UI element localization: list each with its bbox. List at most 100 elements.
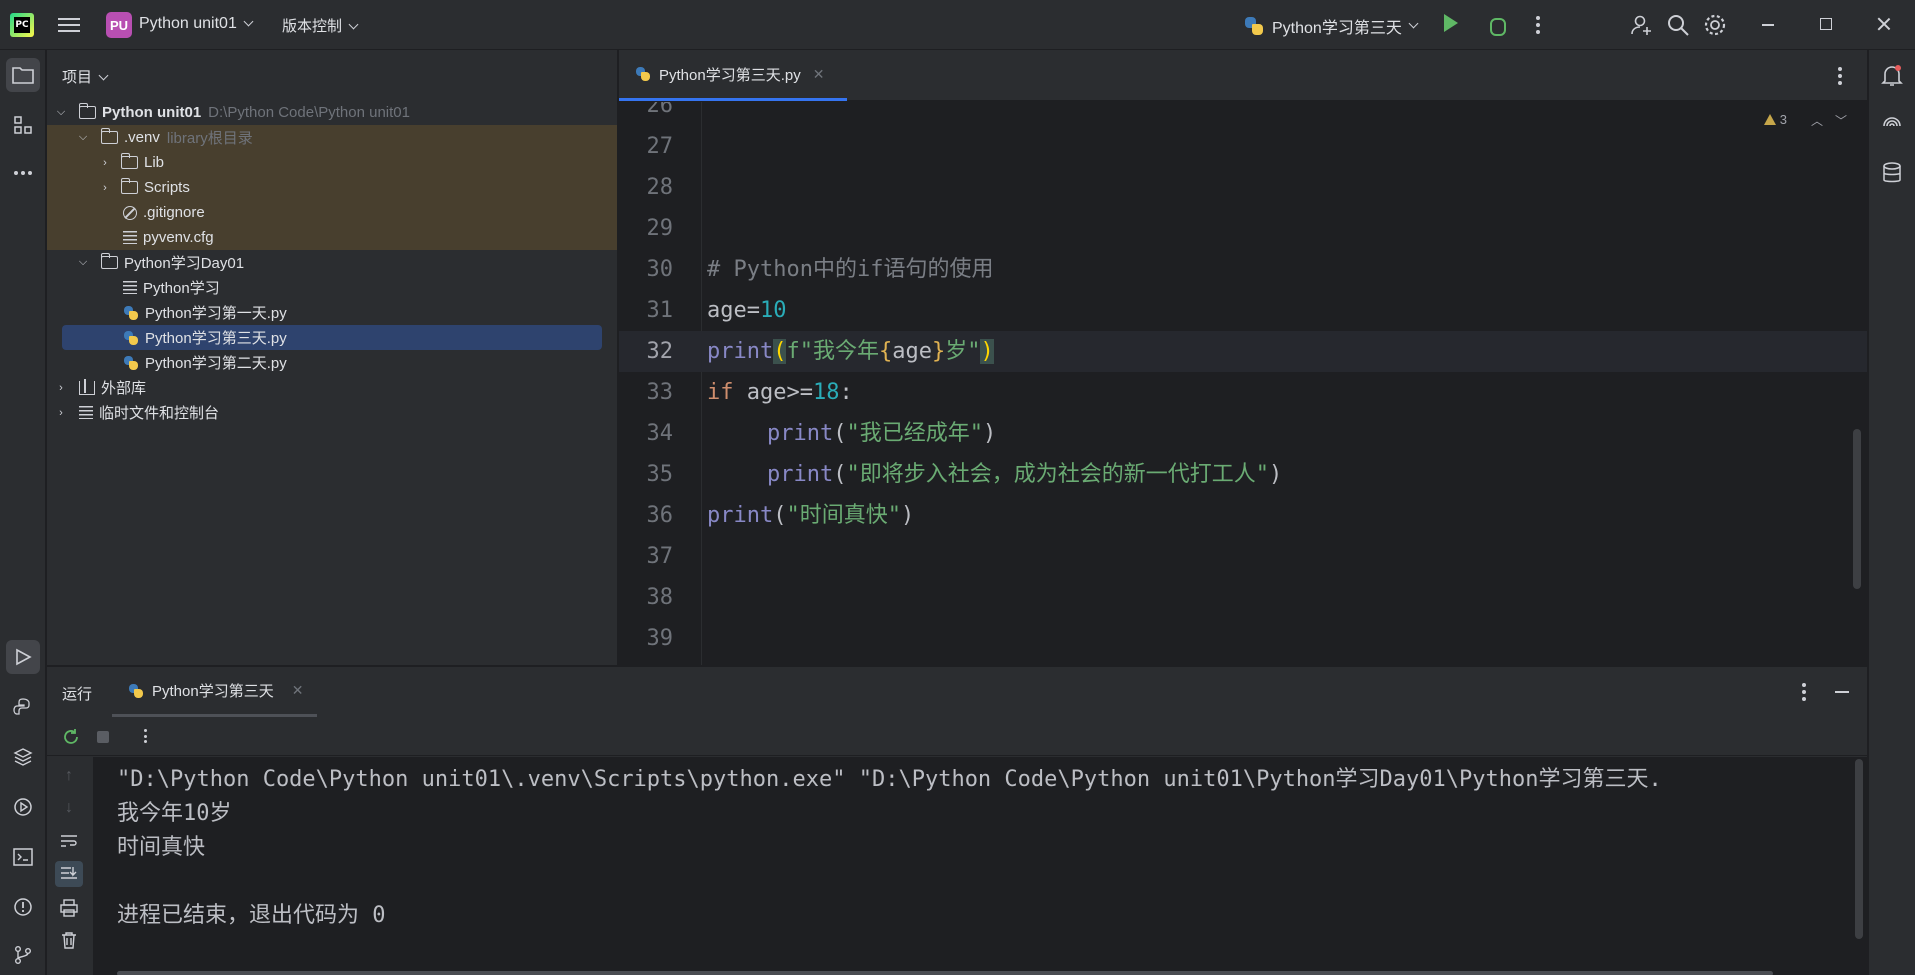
run-config-selector[interactable]: Python学习第三天 [1244, 14, 1419, 38]
run-tab-python-day3[interactable]: Python学习第三天 ✕ [112, 667, 317, 717]
run-button[interactable] [1444, 14, 1458, 32]
tree-item-label: Python学习第三天.py [145, 330, 287, 347]
tab-python-day3[interactable]: Python学习第三天.py ✕ [619, 50, 847, 101]
chevron-right-icon[interactable]: › [97, 157, 113, 169]
minimize-button[interactable] [1762, 24, 1774, 26]
chevron-down-icon[interactable]: ⌵ [53, 106, 69, 119]
tree-item-day1-py[interactable]: Python学习第一天.py [47, 300, 617, 325]
trash-icon[interactable] [60, 931, 78, 949]
gear-icon[interactable] [1703, 13, 1727, 37]
tree-item-external-libs[interactable]: › 外部库 [47, 375, 617, 400]
chevron-down-icon[interactable]: ⌵ [75, 131, 91, 144]
console-vertical-scrollbar[interactable] [1855, 759, 1863, 939]
search-icon[interactable] [1666, 13, 1690, 37]
code-number: 10 [760, 298, 787, 323]
close-tab-icon[interactable]: ✕ [813, 66, 825, 83]
problems-icon[interactable] [6, 890, 40, 924]
code-keyword: if [707, 380, 734, 405]
more-actions-icon[interactable] [1536, 16, 1540, 34]
tree-item-day3-py[interactable]: Python学习第三天.py [62, 325, 602, 350]
services-icon[interactable] [6, 790, 40, 824]
arrow-down-icon[interactable]: ↓ [65, 799, 73, 817]
layers-icon[interactable] [6, 740, 40, 774]
code-text: age=10 [707, 290, 787, 331]
structure-icon[interactable] [6, 108, 40, 142]
run-toolbar [47, 718, 1867, 756]
line-number: 36 [646, 503, 674, 528]
tree-item-label: Python学习 [143, 280, 220, 297]
console-horizontal-scrollbar[interactable] [117, 971, 1773, 975]
terminal-icon[interactable] [6, 840, 40, 874]
add-user-icon[interactable] [1630, 13, 1654, 37]
close-button[interactable] [1874, 14, 1894, 34]
console-output[interactable]: "D:\Python Code\Python unit01\.venv\Scri… [93, 757, 1867, 975]
tree-item-pyvenv[interactable]: pyvenv.cfg [47, 225, 617, 250]
line-number: 26 [646, 102, 674, 118]
debug-button[interactable] [1486, 13, 1506, 36]
code-paren: ( [773, 503, 787, 528]
editor-scrollbar[interactable] [1853, 429, 1861, 589]
tree-item-scratches[interactable]: › 临时文件和控制台 [47, 400, 617, 425]
line-number: 35 [646, 462, 674, 487]
tree-item-day2-py[interactable]: Python学习第二天.py [47, 350, 617, 375]
tree-item-root[interactable]: ⌵ Python unit01 D:\Python Code\Python un… [47, 100, 617, 125]
code-line-29: 29 [619, 208, 1867, 249]
text-file-icon [123, 281, 137, 294]
inspection-widget[interactable]: 3 [1763, 112, 1787, 127]
run-options-icon[interactable] [1802, 683, 1806, 701]
folder-icon [100, 253, 118, 269]
python-console-icon[interactable] [6, 690, 40, 724]
run-icon[interactable] [6, 640, 40, 674]
git-icon[interactable] [6, 938, 40, 972]
chevron-right-icon[interactable]: › [53, 407, 69, 419]
tree-item-label: Scripts [144, 179, 190, 196]
project-folder-icon[interactable] [6, 58, 40, 92]
tree-item-venv[interactable]: ⌵ .venv library根目录 [47, 125, 617, 150]
tree-item-python-study[interactable]: Python学习 [47, 275, 617, 300]
line-number: 39 [646, 626, 674, 651]
chevron-right-icon[interactable]: › [97, 182, 113, 194]
scratches-icon [79, 406, 93, 419]
line-number: 27 [646, 134, 674, 159]
code-text: print("我已经成年") [767, 413, 996, 454]
database-icon[interactable] [1882, 162, 1902, 184]
code-line-31: 31 age=10 [619, 290, 1867, 331]
more-icon[interactable] [6, 156, 40, 190]
chevron-down-icon[interactable]: ⌵ [75, 256, 91, 269]
stop-button[interactable] [97, 731, 109, 743]
code-builtin: print [707, 503, 774, 528]
code-number: 18 [812, 380, 840, 405]
tree-item-gitignore[interactable]: .gitignore [47, 200, 617, 225]
tree-item-lib[interactable]: › Lib [47, 150, 617, 175]
tab-options-icon[interactable] [1838, 67, 1842, 85]
prev-next-highlight[interactable]: ︿﹀ [1811, 112, 1859, 129]
vcs-menu[interactable]: 版本控制 [282, 15, 359, 36]
tree-item-label: pyvenv.cfg [143, 229, 214, 246]
ai-assistant-icon[interactable] [1881, 112, 1903, 134]
rerun-icon[interactable] [62, 728, 80, 746]
hide-panel-button[interactable] [1835, 691, 1849, 693]
project-badge[interactable]: PU [106, 12, 132, 38]
code-editor[interactable]: 26 27 28 29 30 # Python中的if语句的使用 31 age=… [619, 102, 1867, 665]
more-run-actions-icon[interactable] [143, 729, 147, 743]
scroll-to-end-button[interactable] [55, 861, 83, 887]
tree-item-scripts[interactable]: › Scripts [47, 175, 617, 200]
python-file-icon [123, 305, 139, 321]
chevron-right-icon[interactable]: › [53, 382, 69, 394]
project-panel-title[interactable]: 项目 [62, 66, 109, 87]
run-tab-label: Python学习第三天 [152, 683, 274, 700]
code-line-27: 27 [619, 126, 1867, 167]
notifications-bell-icon[interactable] [1881, 64, 1903, 88]
restore-button[interactable] [1820, 18, 1832, 30]
tree-item-day01[interactable]: ⌵ Python学习Day01 [47, 250, 617, 275]
code-line-38: 38 [619, 577, 1867, 618]
main-menu-icon[interactable] [58, 14, 80, 36]
code-line-34: 34 print("我已经成年") [619, 413, 1867, 454]
code-identifier: age [707, 298, 747, 323]
soft-wrap-icon[interactable] [60, 833, 78, 849]
project-switcher[interactable]: Python unit01 [139, 15, 254, 33]
close-tab-icon[interactable]: ✕ [292, 682, 304, 699]
project-panel: 项目 ⌵ Python unit01 D:\Python Code\Python… [47, 50, 618, 665]
print-icon[interactable] [60, 899, 78, 917]
arrow-up-icon[interactable]: ↑ [65, 767, 73, 785]
